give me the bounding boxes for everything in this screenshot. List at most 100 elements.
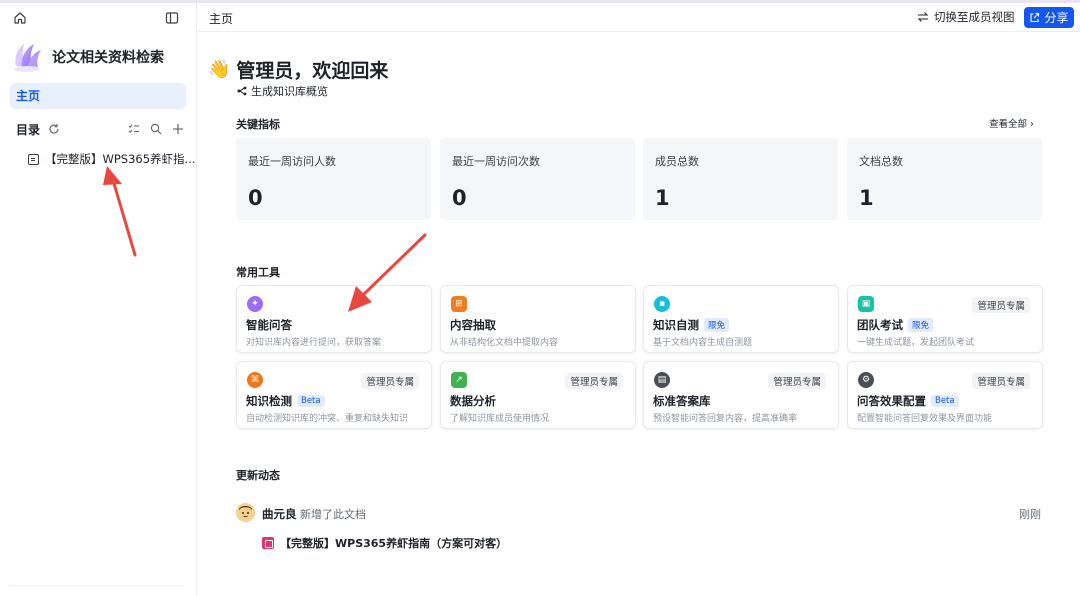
knowledge-check-icon: ⌘ — [247, 372, 263, 388]
tool-name-text: 数据分析 — [450, 394, 496, 408]
qa-config-icon: ⚙ — [858, 372, 874, 388]
knowledge-base-header[interactable]: 论文相关资料检索 — [10, 39, 164, 75]
tool-desc: 对知识库内容进行提问，获取答案 — [246, 338, 382, 348]
tool-name: 内容抽取 — [450, 317, 496, 333]
switch-member-view-label: 切换至成员视图 — [934, 10, 1015, 24]
metric-value: 0 — [248, 186, 263, 210]
admin-only-badge: 管理员专属 — [565, 373, 623, 389]
metric-label: 成员总数 — [655, 155, 699, 168]
checklist-icon[interactable] — [128, 123, 140, 135]
tool-card-team-exam[interactable]: ▣ 管理员专属 团队考试 限免 一键生成试题，发起团队考试 — [847, 285, 1043, 353]
metric-label: 最近一周访问人数 — [248, 155, 336, 168]
toc-item-label: 【完整版】WPS365养虾指... — [45, 152, 196, 166]
admin-only-badge: 管理员专属 — [361, 373, 419, 389]
sidebar-item-home[interactable]: 主页 — [10, 83, 186, 109]
tool-name: 智能问答 — [246, 317, 292, 333]
admin-only-badge: 管理员专属 — [972, 297, 1030, 313]
metric-card: 成员总数 1 — [643, 138, 838, 220]
tool-card-qa-config[interactable]: ⚙ 管理员专属 问答效果配置 Beta 配置智能问答回复效果及界面功能 — [847, 361, 1043, 429]
tool-name-text: 智能问答 — [246, 318, 292, 332]
activity-section-title: 更新动态 — [236, 469, 280, 482]
free-tag: 限免 — [704, 318, 730, 332]
toc-header: 目录 — [16, 119, 184, 139]
team-exam-icon: ▣ — [858, 296, 874, 312]
tool-card-standard-answers[interactable]: ▤ 管理员专属 标准答案库 预设智能问答回复内容，提高准确率 — [643, 361, 839, 429]
tool-name-text: 内容抽取 — [450, 318, 496, 332]
switch-member-view-button[interactable]: 切换至成员视图 — [917, 9, 1015, 25]
data-analysis-icon: ↗ — [451, 372, 467, 388]
page-title: 管理员，欢迎回来 — [236, 60, 389, 82]
share-label: 分享 — [1044, 11, 1069, 25]
breadcrumb[interactable]: 主页 — [209, 10, 233, 27]
view-all-link[interactable]: 查看全部 › — [989, 116, 1034, 130]
tool-name: 数据分析 — [450, 393, 496, 409]
tool-card-knowledge-check[interactable]: ⌘ 管理员专属 知识检测 Beta 自动检测知识库的冲突、重复和缺失知识 — [236, 361, 432, 429]
sidebar: 论文相关资料检索 主页 目录 【完整版】WPS365养虾指... — [0, 3, 197, 596]
document-icon — [28, 153, 39, 165]
toc-title: 目录 — [16, 122, 41, 137]
header: 主页 切换至成员视图 分享 — [197, 3, 1080, 32]
smart-qa-icon: ✦ — [247, 296, 263, 312]
metric-value: 1 — [859, 186, 874, 210]
sidebar-bottom-divider — [10, 585, 184, 586]
tool-desc: 了解知识库成员使用情况 — [450, 414, 550, 424]
tool-desc: 预设智能问答回复内容，提高准确率 — [653, 414, 798, 424]
tool-name: 问答效果配置 Beta — [857, 393, 959, 409]
metric-label: 最近一周访问次数 — [452, 155, 540, 168]
tool-card-smart-qa[interactable]: ✦ 智能问答 对知识库内容进行提问，获取答案 — [236, 285, 432, 353]
metric-label: 文档总数 — [859, 155, 903, 168]
metric-card: 文档总数 1 — [847, 138, 1042, 220]
generate-overview-button[interactable]: 生成知识库概览 — [237, 83, 328, 99]
mindmap-icon — [237, 86, 247, 96]
metric-value: 1 — [655, 186, 670, 210]
beta-tag: Beta — [931, 395, 959, 407]
tool-name: 知识检测 Beta — [246, 393, 325, 409]
share-button[interactable]: 分享 — [1024, 7, 1074, 28]
tool-name-text: 知识自测 — [653, 318, 699, 332]
admin-only-badge: 管理员专属 — [768, 373, 826, 389]
tool-desc: 基于文档内容生成自测题 — [653, 338, 753, 348]
tool-desc: 从非结构化文档中提取内容 — [450, 338, 559, 348]
collapse-sidebar-icon[interactable] — [165, 11, 179, 25]
add-icon[interactable] — [172, 123, 184, 135]
tool-name: 标准答案库 — [653, 393, 711, 409]
search-icon[interactable] — [150, 123, 162, 135]
tool-name: 团队考试 限免 — [857, 317, 934, 333]
metric-value: 0 — [452, 186, 467, 210]
activity-document-title: 【完整版】WPS365养虾指南（方案可对客） — [280, 537, 508, 550]
admin-only-badge: 管理员专属 — [972, 373, 1030, 389]
tool-card-self-test[interactable]: ▪ 知识自测 限免 基于文档内容生成自测题 — [643, 285, 839, 353]
generate-overview-label: 生成知识库概览 — [251, 85, 328, 98]
refresh-icon[interactable] — [48, 123, 60, 135]
standard-answers-icon: ▤ — [654, 372, 670, 388]
tool-name-text: 知识检测 — [246, 394, 292, 408]
knowledge-base-logo-icon — [14, 44, 41, 72]
activity-document-link[interactable]: 【完整版】WPS365养虾指南（方案可对客） — [262, 535, 507, 551]
activity-user[interactable]: 曲元良 — [262, 506, 297, 522]
free-tag: 限免 — [908, 318, 934, 332]
metric-card: 最近一周访问人数 0 — [236, 138, 431, 220]
view-all-label: 查看全部 — [989, 119, 1028, 130]
avatar[interactable] — [236, 503, 255, 522]
tools-section-title: 常用工具 — [236, 266, 280, 279]
activity-time: 刚刚 — [1019, 508, 1041, 521]
tool-name: 知识自测 限免 — [653, 317, 730, 333]
chevron-right-icon: › — [1030, 119, 1034, 130]
toc-item[interactable]: 【完整版】WPS365养虾指... — [28, 149, 196, 169]
activity-action: 新增了此文档 — [300, 508, 366, 521]
beta-tag: Beta — [297, 395, 325, 407]
tool-card-data-analysis[interactable]: ↗ 管理员专属 数据分析 了解知识库成员使用情况 — [440, 361, 636, 429]
sidebar-top-bar — [0, 3, 196, 33]
tool-name-text: 问答效果配置 — [857, 394, 926, 408]
switch-icon — [917, 12, 929, 22]
document-icon — [262, 537, 274, 549]
content-extract-icon: ⊞ — [451, 296, 467, 312]
tool-desc: 配置智能问答回复效果及界面功能 — [857, 414, 993, 424]
tool-name-text: 团队考试 — [857, 318, 903, 332]
metrics-section-title: 关键指标 — [236, 118, 280, 131]
welcome-heading: 👋 管理员，欢迎回来 — [208, 56, 388, 83]
home-icon[interactable] — [13, 11, 27, 25]
self-test-icon: ▪ — [654, 296, 670, 312]
knowledge-base-title: 论文相关资料检索 — [52, 50, 164, 66]
tool-card-content-extract[interactable]: ⊞ 内容抽取 从非结构化文档中提取内容 — [440, 285, 636, 353]
